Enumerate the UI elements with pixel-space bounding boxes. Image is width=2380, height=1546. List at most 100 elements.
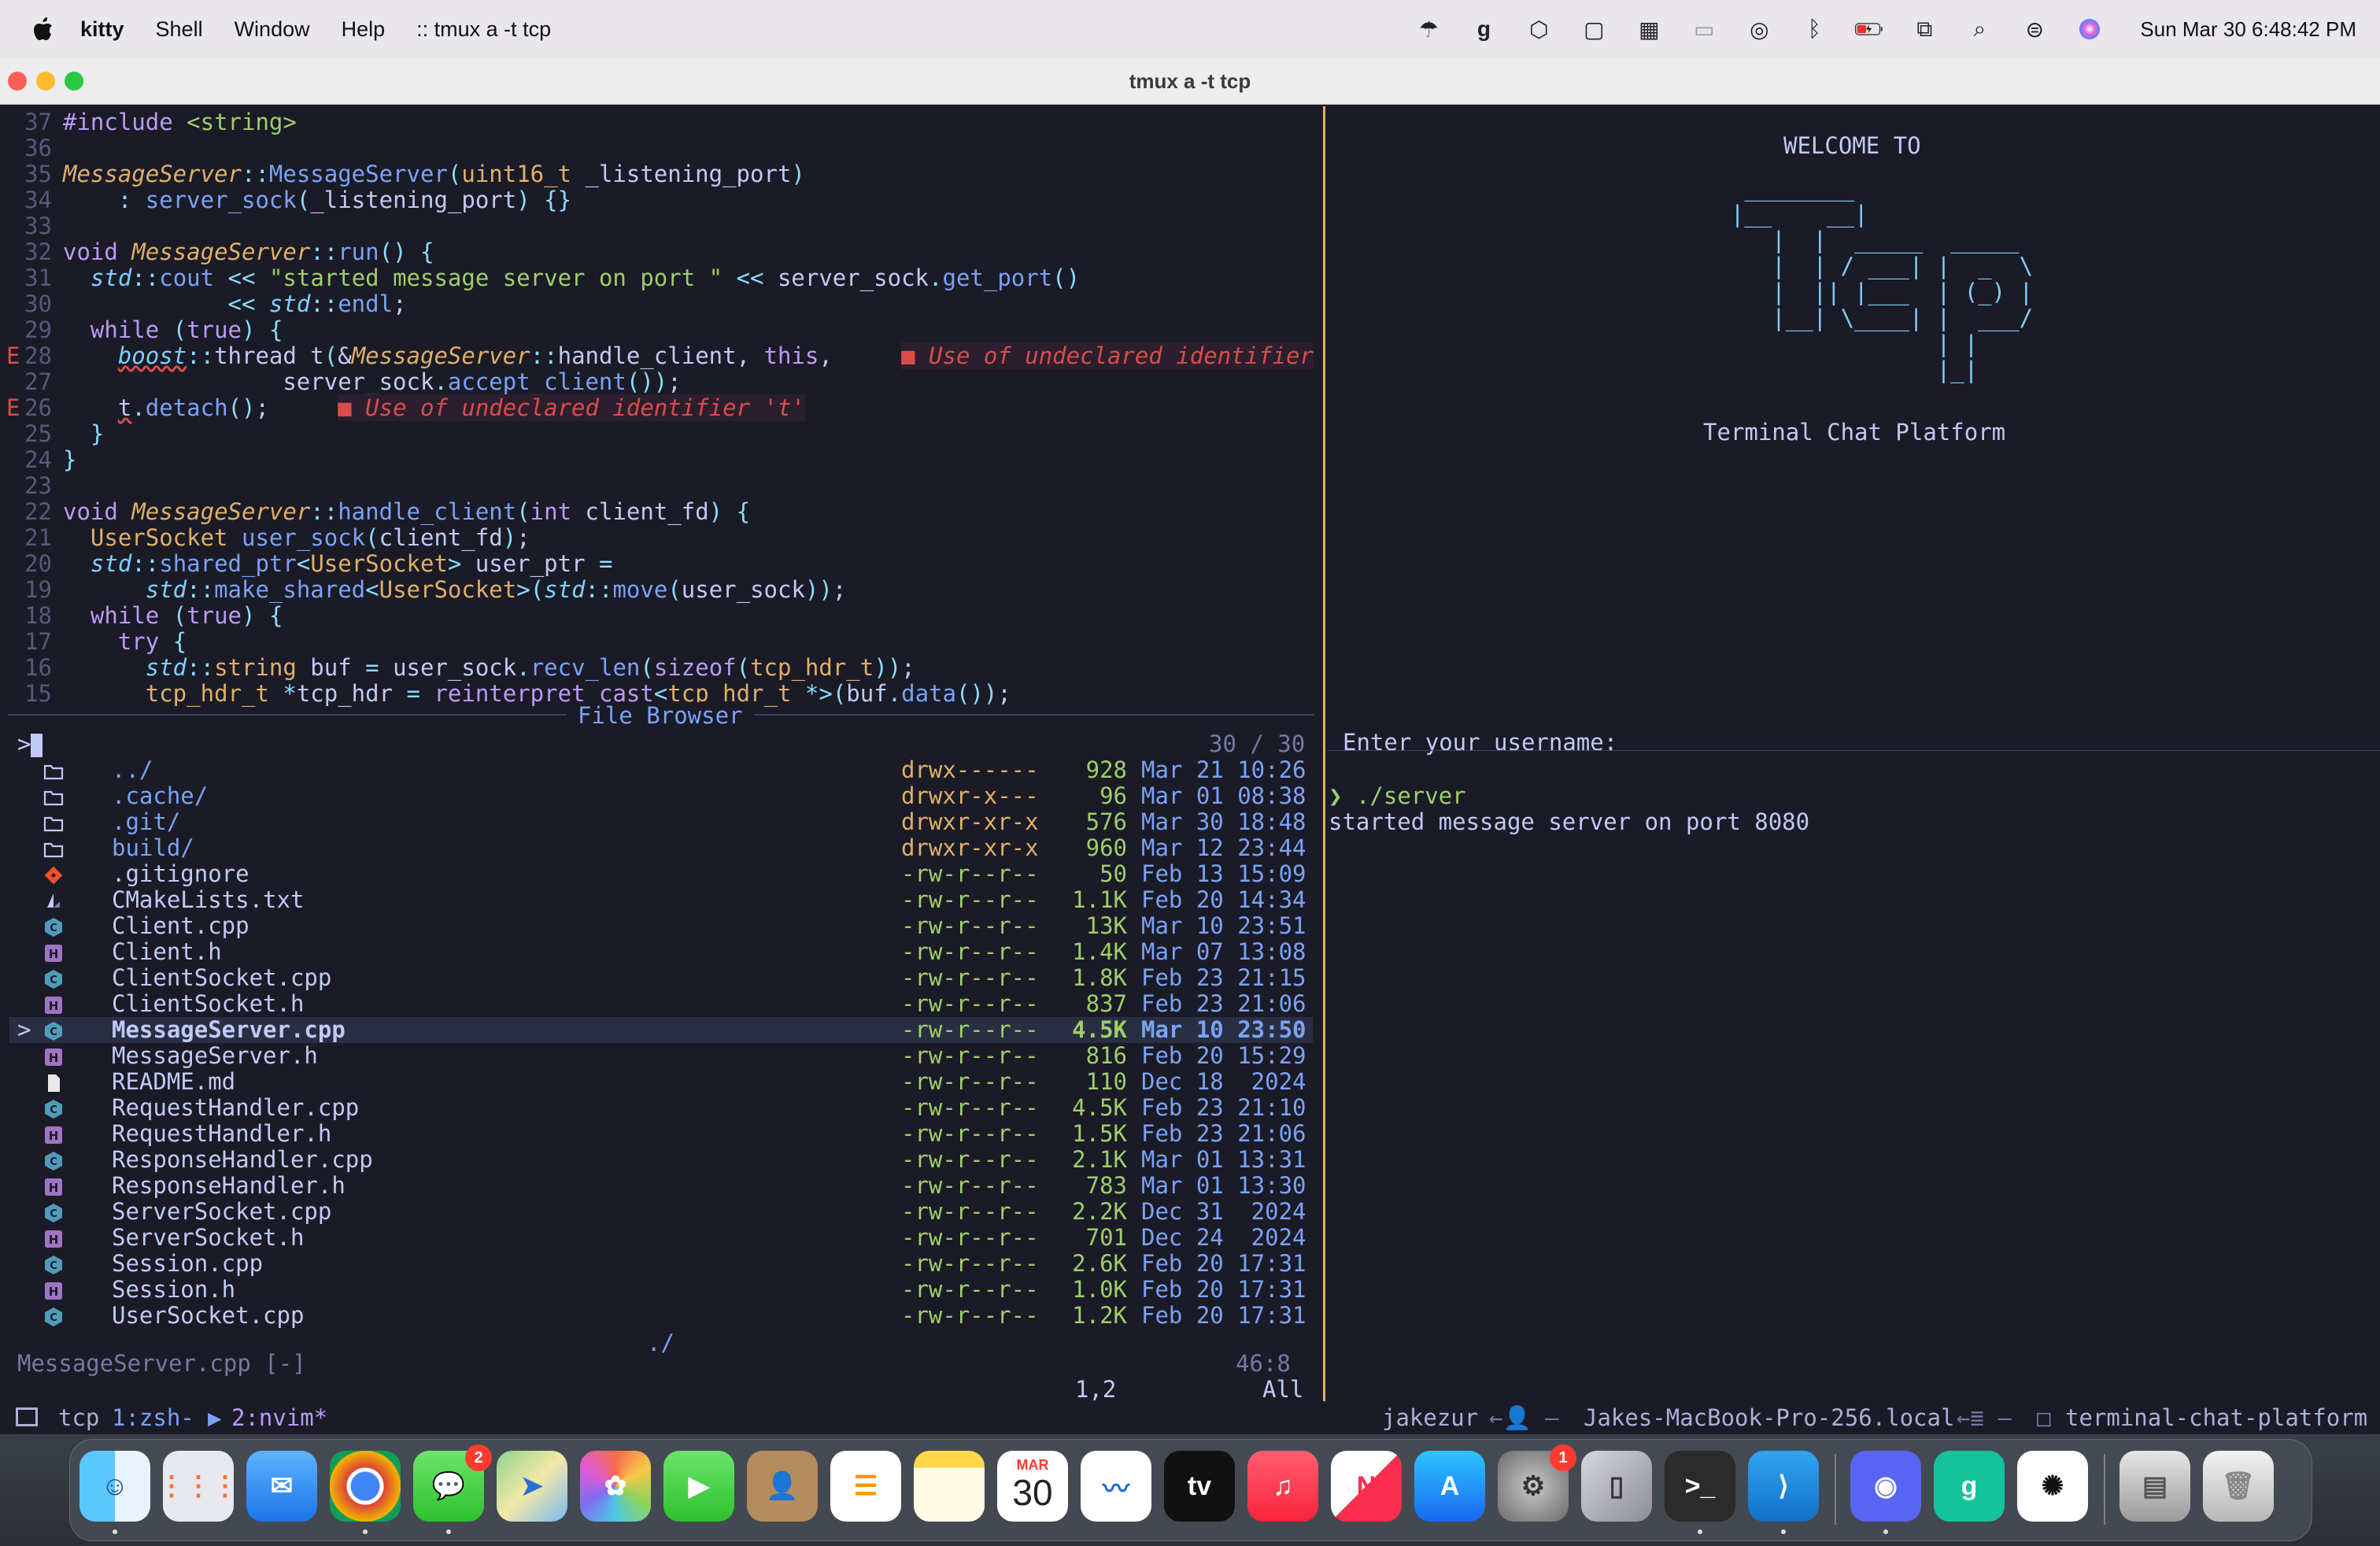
menu-help[interactable]: Help — [326, 17, 401, 42]
file-row[interactable]: C Client.cpp -rw-r--r-- 13K Mar 10 23:51 — [9, 913, 1313, 939]
code-line[interactable]: 37 #include <string> — [6, 109, 297, 135]
downloads-icon[interactable]: ▤ — [2119, 1451, 2190, 1522]
file-row[interactable]: CMakeLists.txt -rw-r--r-- 1.1K Feb 20 14:34 — [9, 887, 1313, 913]
code-line[interactable]: 27 server_sock.accept_client()); — [6, 369, 682, 395]
code-line[interactable]: 36 — [6, 135, 63, 161]
code-text[interactable]: while (true) { — [63, 316, 283, 343]
iphone-mirroring-icon[interactable]: ▯ — [1581, 1451, 1652, 1522]
code-line[interactable]: 22 void MessageServer::handle_client(int … — [6, 499, 750, 525]
music-icon[interactable]: ♫ — [1247, 1451, 1318, 1522]
discord-icon[interactable]: ◉ — [1850, 1451, 1921, 1522]
file-row[interactable]: H MessageServer.h -rw-r--r-- 816 Feb 20 15:2… — [9, 1043, 1313, 1069]
menu-window[interactable]: Window — [219, 17, 326, 42]
code-text[interactable]: server_sock.accept_client()); — [63, 368, 681, 395]
bluetooth-icon[interactable]: ᛒ — [1800, 16, 1828, 43]
menu-app-name[interactable]: kitty — [65, 17, 140, 42]
code-line[interactable]: 33 — [6, 213, 63, 239]
file-name[interactable]: MessageServer.cpp — [112, 1017, 346, 1043]
code-text[interactable]: std::string buf = user_sock.recv_len(siz… — [63, 654, 915, 681]
file-name[interactable]: .gitignore — [112, 861, 249, 887]
notes-icon[interactable] — [914, 1451, 985, 1522]
reminders-icon[interactable]: ☰ — [830, 1451, 901, 1522]
finder-icon[interactable]: ☺ — [79, 1451, 150, 1522]
file-row[interactable]: C UserSocket.cpp -rw-r--r-- 1.2K Feb 20 17:3… — [9, 1303, 1313, 1329]
pane-divider[interactable] — [1323, 106, 1325, 1401]
file-name[interactable]: UserSocket.cpp — [112, 1303, 304, 1329]
terminal-area[interactable]: 37 #include <string> 36 35 MessageServer::Me… — [0, 105, 2380, 1546]
file-name[interactable]: ../ — [112, 757, 153, 783]
box-icon[interactable]: ⬡ — [1524, 16, 1553, 43]
code-line[interactable]: 16 std::string buf = user_sock.recv_len(… — [6, 655, 915, 681]
file-row[interactable]: H ServerSocket.h -rw-r--r-- 701 Dec 24 2024 — [9, 1225, 1313, 1251]
contacts-icon[interactable]: 👤 — [747, 1451, 818, 1522]
code-text[interactable]: UserSocket user_sock(client_fd); — [63, 524, 530, 551]
link-icon[interactable]: ⧉ — [1910, 16, 1938, 43]
vscode-icon[interactable]: ⟩ — [1748, 1451, 1819, 1522]
file-row[interactable]: C ServerSocket.cpp -rw-r--r-- 2.2K Dec 31 20… — [9, 1199, 1313, 1225]
app-icon[interactable]: ▢ — [1580, 16, 1608, 43]
code-line[interactable]: 23 — [6, 473, 63, 499]
grammarly-app-icon[interactable]: g — [1934, 1451, 2005, 1522]
tmux-window-1[interactable]: 1:zsh- — [112, 1401, 194, 1434]
airdrop-icon[interactable]: ◎ — [1745, 16, 1773, 43]
file-name[interactable]: Client.h — [112, 939, 222, 965]
code-line[interactable]: 21 UserSocket user_sock(client_fd); — [6, 525, 530, 551]
file-name[interactable]: Client.cpp — [112, 913, 249, 939]
code-line[interactable]: 30 << std::endl; — [6, 291, 406, 317]
code-text[interactable]: boost::thread t(&MessageServer::handle_c… — [63, 342, 1314, 369]
calendar-icon[interactable]: MAR 30 — [997, 1451, 1068, 1522]
file-row[interactable]: H ResponseHandler.h -rw-r--r-- 783 Mar 01 13… — [9, 1173, 1313, 1199]
tmux-window-2[interactable]: 2:nvim* — [231, 1401, 327, 1434]
code-line[interactable]: 15 tcp_hdr_t *tcp_hdr = reinterpret_cast… — [6, 681, 1011, 707]
code-line[interactable]: 35 MessageServer::MessageServer(uint16_t … — [6, 161, 805, 187]
chatgpt-icon[interactable]: ✺ — [2017, 1451, 2088, 1522]
search-icon[interactable]: ⌕ — [1965, 16, 1994, 43]
code-line[interactable]: 25 } — [6, 421, 104, 447]
messages-icon[interactable]: 💬 2 — [413, 1444, 492, 1522]
launchpad-icon[interactable]: ⋮⋮⋮ — [158, 1451, 238, 1522]
file-row[interactable]: > C MessageServer.cpp -rw-r--r-- 4.5K Mar 10 … — [9, 1017, 1313, 1043]
file-row[interactable]: C ClientSocket.cpp -rw-r--r-- 1.8K Feb 23 21… — [9, 965, 1313, 991]
code-line[interactable]: 19 std::make_shared<UserSocket>(std::mov… — [6, 577, 846, 603]
code-text[interactable]: while (true) { — [63, 602, 283, 629]
trash-icon[interactable]: 🗑 — [2203, 1451, 2274, 1522]
file-row[interactable]: .gitignore -rw-r--r-- 50 Feb 13 15:09 — [9, 861, 1313, 887]
code-line[interactable]: 17 try { — [6, 629, 187, 655]
file-name[interactable]: ServerSocket.h — [112, 1225, 304, 1251]
code-line[interactable]: E 26 t.detach(); ■ Use of undeclared iden… — [6, 394, 805, 421]
photos-icon[interactable]: ✿ — [580, 1451, 651, 1522]
file-name[interactable]: RequestHandler.cpp — [112, 1095, 359, 1121]
file-name[interactable]: ResponseHandler.cpp — [112, 1147, 373, 1173]
file-row[interactable]: C RequestHandler.cpp -rw-r--r-- 4.5K Feb 23 … — [9, 1095, 1313, 1121]
file-name[interactable]: ServerSocket.cpp — [112, 1199, 331, 1225]
code-text[interactable]: : server_sock(_listening_port) {} — [63, 187, 571, 213]
file-name[interactable]: .cache/ — [112, 783, 208, 809]
siri-icon[interactable] — [2075, 16, 2104, 43]
file-row[interactable]: H Client.h -rw-r--r-- 1.4K Mar 07 13:08 — [9, 939, 1313, 965]
file-name[interactable]: ResponseHandler.h — [112, 1173, 346, 1199]
file-row[interactable]: .cache/drwxr-x--- 96 Mar 01 08:38 — [9, 783, 1313, 809]
code-line[interactable]: 32 void MessageServer::run() { — [6, 239, 434, 265]
grammarly-icon[interactable]: g — [1469, 16, 1498, 43]
settings-icon[interactable]: ⚙ 1 — [1498, 1444, 1576, 1522]
code-line[interactable]: 18 while (true) { — [6, 603, 283, 629]
code-line[interactable]: 29 while (true) { — [6, 317, 283, 343]
code-text[interactable]: } — [63, 446, 76, 473]
code-text[interactable]: std::make_shared<UserSocket>(std::move(u… — [63, 576, 847, 603]
code-text[interactable]: std::shared_ptr<UserSocket> user_ptr = — [63, 550, 613, 577]
file-name[interactable]: .git/ — [112, 809, 180, 835]
cloud-rain-icon[interactable]: ☂ — [1414, 16, 1443, 43]
file-name[interactable]: ClientSocket.cpp — [112, 965, 331, 991]
code-text[interactable]: tcp_hdr_t *tcp_hdr = reinterpret_cast<tc… — [63, 680, 1011, 707]
code-line[interactable]: 24} — [6, 447, 76, 473]
code-text[interactable]: std::cout << "started message server on … — [63, 264, 1080, 291]
app-store-icon[interactable]: A — [1414, 1451, 1485, 1522]
battery-charging-icon[interactable] — [1855, 16, 1883, 43]
chrome-icon[interactable] — [330, 1451, 401, 1522]
file-name[interactable]: Session.cpp — [112, 1251, 263, 1277]
menu-shell[interactable]: Shell — [140, 17, 219, 42]
file-browser-prompt[interactable]: > — [17, 731, 43, 757]
code-text[interactable]: void MessageServer::run() { — [63, 239, 434, 265]
news-icon[interactable]: N — [1331, 1451, 1402, 1522]
code-text[interactable]: t.detach(); ■ Use of undeclared identifi… — [63, 394, 805, 421]
